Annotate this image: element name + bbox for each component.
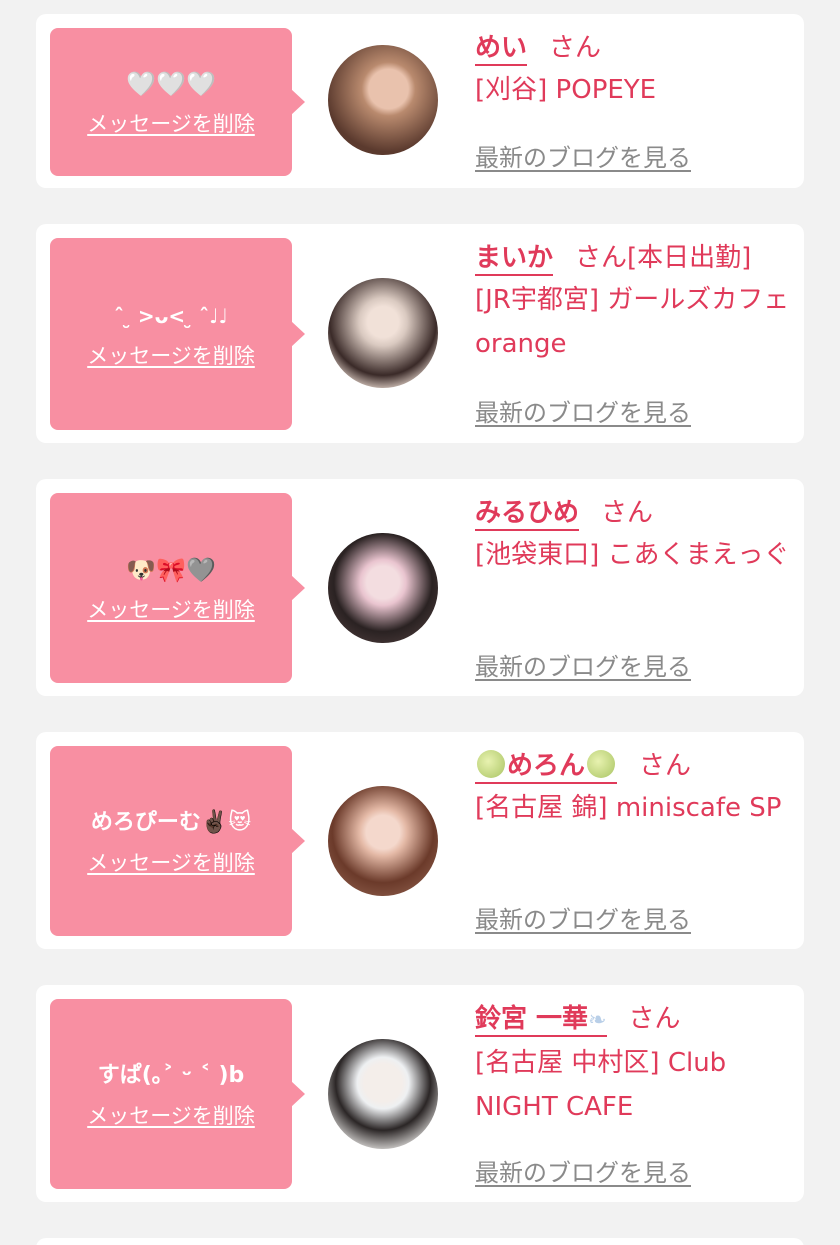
melon-icon	[477, 750, 505, 778]
profile-info: まいか さん[本日出勤] [JR宇都宮] ガールズカフェ orange	[475, 238, 790, 366]
honorific: さん	[575, 243, 628, 273]
name-line: めろん さん	[475, 746, 790, 786]
shop-name: [JR宇都宮] ガールズカフェ orange	[475, 285, 790, 359]
message-card: めろぴーむ✌🏿😻 メッセージを削除 めろん さん [名古屋 錦] miniscaf…	[36, 732, 804, 949]
shop-name: [名古屋 錦] miniscafe SP	[475, 793, 782, 823]
name-line: めい さん	[475, 28, 790, 68]
delete-message-link[interactable]: メッセージを削除	[87, 597, 255, 623]
name-line: まいか さん[本日出勤]	[475, 238, 790, 278]
shop-name: [名古屋 中村区] Club NIGHT CAFE	[475, 1048, 727, 1122]
avatar[interactable]	[328, 278, 438, 388]
girl-name-link[interactable]: まいか	[475, 243, 554, 276]
message-text: すぱ(｡˃ ᵕ ˂ )b	[97, 1063, 245, 1088]
delete-message-link[interactable]: メッセージを削除	[87, 850, 255, 876]
delete-message-link[interactable]: メッセージを削除	[87, 343, 255, 369]
message-text: 🤍🤍🤍	[126, 70, 216, 98]
latest-blog-link[interactable]: 最新のブログを見る	[475, 647, 691, 682]
honorific: さん	[639, 751, 692, 781]
shop-name: [刈谷] POPEYE	[475, 75, 657, 105]
girl-name-link[interactable]: 鈴宮 一華❧	[475, 1004, 607, 1037]
melon-icon	[587, 750, 616, 778]
latest-blog-link[interactable]: 最新のブログを見る	[475, 138, 691, 173]
avatar[interactable]	[328, 533, 438, 643]
honorific: さん	[628, 1004, 681, 1034]
wing-icon: ❧	[588, 1008, 607, 1033]
avatar[interactable]	[328, 45, 438, 155]
message-text: ˆ ̮ >ᴗ< ̮ ˆ♩♩	[114, 304, 228, 328]
message-list: 🤍🤍🤍 メッセージを削除 めい さん [刈谷] POPEYE 最新のブログを見る …	[0, 0, 840, 1245]
delete-message-link[interactable]: メッセージを削除	[87, 1103, 255, 1129]
message-bubble: 🐶🎀🩶 メッセージを削除	[50, 493, 305, 683]
profile-info: 鈴宮 一華❧ さん [名古屋 中村区] Club NIGHT CAFE	[475, 999, 790, 1129]
message-card: 🐶🎀🩶 メッセージを削除 みるひめ さん [池袋東口] こあくまえっぐ 最新のブロ…	[36, 479, 804, 696]
name-line: みるひめ さん	[475, 493, 790, 533]
message-card	[36, 1238, 804, 1245]
girl-name-link[interactable]: めい	[475, 33, 528, 66]
attendance-tag: [本日出勤]	[627, 243, 752, 273]
profile-info: みるひめ さん [池袋東口] こあくまえっぐ	[475, 493, 790, 577]
profile-info: めい さん [刈谷] POPEYE	[475, 28, 790, 112]
message-text: めろぴーむ✌🏿😻	[90, 810, 252, 835]
girl-name-link[interactable]: みるひめ	[475, 498, 580, 531]
message-bubble: ˆ ̮ >ᴗ< ̮ ˆ♩♩ メッセージを削除	[50, 238, 305, 430]
name-line: 鈴宮 一華❧ さん	[475, 999, 790, 1041]
message-bubble: すぱ(｡˃ ᵕ ˂ )b メッセージを削除	[50, 999, 305, 1189]
message-bubble: 🤍🤍🤍 メッセージを削除	[50, 28, 305, 176]
latest-blog-link[interactable]: 最新のブログを見る	[475, 1153, 691, 1188]
honorific: さん	[601, 498, 654, 528]
latest-blog-link[interactable]: 最新のブログを見る	[475, 900, 691, 935]
latest-blog-link[interactable]: 最新のブログを見る	[475, 393, 691, 428]
profile-info: めろん さん [名古屋 錦] miniscafe SP	[475, 746, 790, 830]
message-card: すぱ(｡˃ ᵕ ˂ )b メッセージを削除 鈴宮 一華❧ さん [名古屋 中村区]…	[36, 985, 804, 1202]
honorific: さん	[549, 33, 602, 63]
avatar[interactable]	[328, 786, 438, 896]
avatar[interactable]	[328, 1039, 438, 1149]
girl-name-text: 鈴宮 一華	[475, 1004, 589, 1034]
girl-name-text: めろん	[507, 751, 586, 781]
girl-name-link[interactable]: めろん	[475, 750, 618, 784]
shop-name: [池袋東口] こあくまえっぐ	[475, 540, 790, 570]
message-card: 🤍🤍🤍 メッセージを削除 めい さん [刈谷] POPEYE 最新のブログを見る	[36, 14, 804, 188]
delete-message-link[interactable]: メッセージを削除	[87, 111, 255, 137]
message-bubble: めろぴーむ✌🏿😻 メッセージを削除	[50, 746, 305, 936]
message-card: ˆ ̮ >ᴗ< ̮ ˆ♩♩ メッセージを削除 まいか さん[本日出勤] [JR宇都…	[36, 224, 804, 443]
message-text: 🐶🎀🩶	[126, 556, 216, 584]
